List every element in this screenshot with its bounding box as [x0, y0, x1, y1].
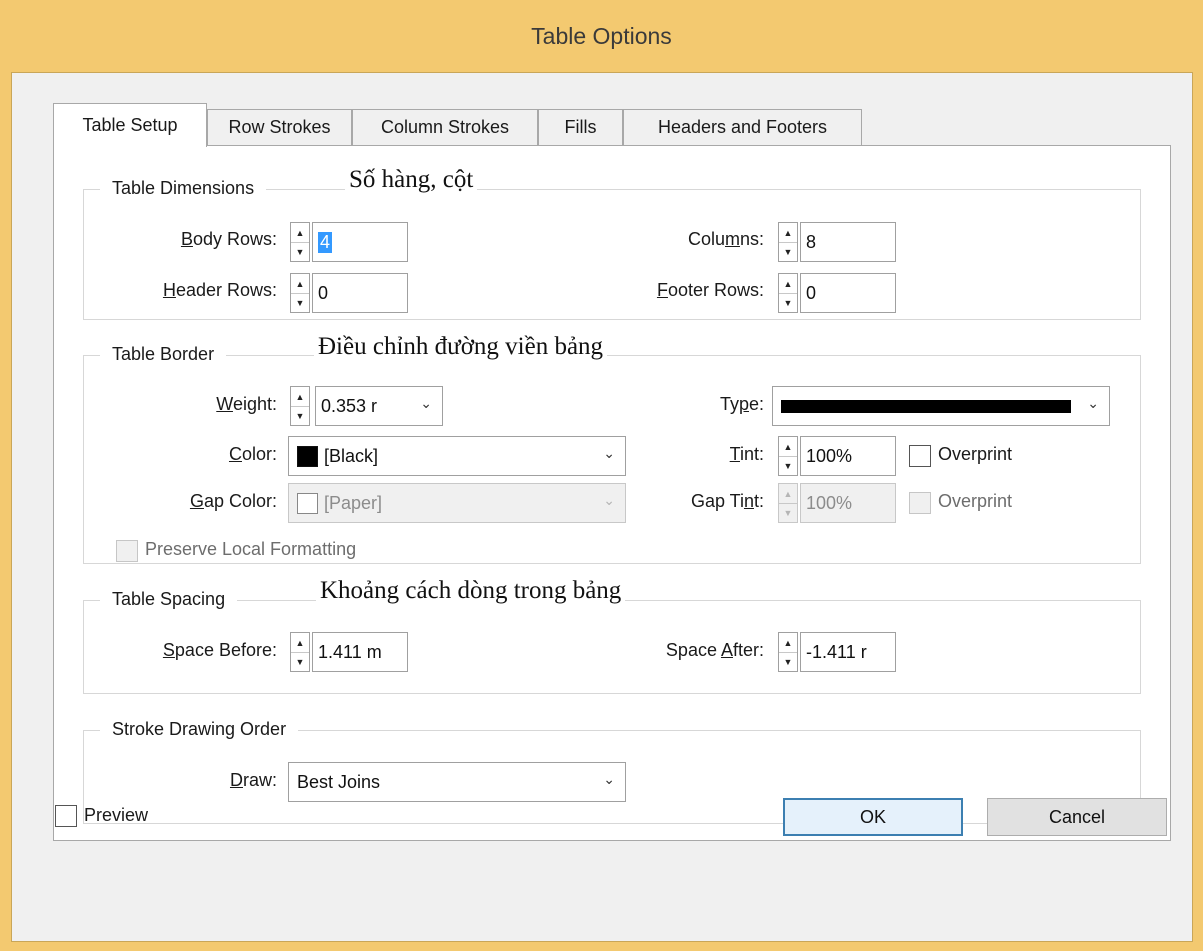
weight-label: Weight: [216, 394, 277, 414]
draw-dropdown[interactable]: Best Joins ⌄ [288, 762, 626, 802]
space-before-label: Space Before: [162, 640, 277, 660]
table-setup-panel: Table Dimensions Số hàng, cột Body Rows:… [53, 145, 1171, 841]
overprint-label: Overprint [938, 444, 1013, 464]
window-title: Table Options [531, 22, 672, 49]
cancel-button[interactable]: Cancel [987, 798, 1167, 836]
footer-rows-stepper[interactable]: ▲ ▼ [778, 273, 798, 313]
spin-up-icon[interactable]: ▲ [779, 633, 797, 653]
spin-up-icon[interactable]: ▲ [779, 437, 797, 457]
header-rows-stepper[interactable]: ▲ ▼ [290, 273, 310, 313]
ok-button[interactable]: OK [783, 798, 963, 836]
spin-up-icon[interactable]: ▲ [779, 223, 797, 243]
gap-tint-label: Gap Tint: [690, 491, 764, 511]
body-rows-input[interactable]: 4 [312, 222, 408, 262]
spin-down-icon[interactable]: ▼ [779, 293, 797, 312]
draw-label: Draw: [229, 770, 277, 790]
tint-stepper[interactable]: ▲ ▼ [778, 436, 798, 476]
spin-down-icon[interactable]: ▼ [291, 652, 309, 671]
space-after-stepper[interactable]: ▲ ▼ [778, 632, 798, 672]
columns-stepper[interactable]: ▲ ▼ [778, 222, 798, 262]
overprint-checkbox[interactable] [909, 445, 931, 467]
gap-overprint-checkbox[interactable] [909, 492, 931, 514]
footer-rows-label: Footer Rows: [656, 280, 764, 300]
black-swatch-icon [297, 445, 318, 467]
footer-rows-input[interactable]: 0 [800, 273, 896, 313]
preview-label: Preview [84, 805, 149, 825]
color-label: Color: [228, 444, 277, 464]
space-before-stepper[interactable]: ▲ ▼ [290, 632, 310, 672]
spin-down-icon[interactable]: ▼ [291, 406, 309, 425]
spin-down-icon[interactable]: ▼ [291, 293, 309, 312]
gap-tint-input[interactable]: 100% [800, 483, 896, 523]
columns-input[interactable]: 8 [800, 222, 896, 262]
paper-swatch-icon [297, 492, 318, 514]
table-border-title: Table Border [100, 344, 227, 365]
spin-down-icon[interactable]: ▼ [779, 652, 797, 671]
preserve-local-formatting-checkbox[interactable] [116, 540, 138, 562]
spin-up-icon[interactable]: ▲ [291, 223, 309, 243]
spin-up-icon[interactable]: ▲ [291, 387, 309, 407]
tab-table-setup[interactable]: Table Setup [53, 103, 207, 147]
body-rows-label: Body Rows: [180, 229, 277, 249]
spin-up-icon[interactable]: ▲ [291, 274, 309, 294]
chevron-down-icon[interactable]: ⌄ [420, 395, 432, 412]
weight-combo[interactable]: 0.353 r ⌄ [315, 386, 443, 426]
color-dropdown[interactable]: [Black] ⌄ [288, 436, 626, 476]
annotation-dimensions: Số hàng, cột [345, 166, 478, 194]
spin-up-icon[interactable]: ▲ [291, 633, 309, 653]
weight-stepper[interactable]: ▲ ▼ [290, 386, 310, 426]
tint-input[interactable]: 100% [800, 436, 896, 476]
tab-column-strokes[interactable]: Column Strokes [352, 109, 538, 145]
preview-checkbox[interactable] [55, 805, 77, 827]
spin-up-icon[interactable]: ▲ [779, 484, 797, 504]
dialog-client-area: Table Setup Row Strokes Column Strokes F… [11, 72, 1193, 942]
columns-label: Columns: [687, 229, 764, 249]
spin-down-icon[interactable]: ▼ [779, 242, 797, 261]
stroke-drawing-order-title: Stroke Drawing Order [100, 719, 299, 740]
gap-tint-stepper[interactable]: ▲ ▼ [778, 483, 798, 523]
table-spacing-title: Table Spacing [100, 589, 238, 610]
annotation-spacing: Khoảng cách dòng trong bảng [316, 577, 626, 605]
tab-fills[interactable]: Fills [538, 109, 623, 145]
chevron-down-icon[interactable]: ⌄ [1087, 395, 1099, 412]
space-after-input[interactable]: -1.411 r [800, 632, 896, 672]
spin-down-icon[interactable]: ▼ [779, 456, 797, 475]
tab-headers-and-footers[interactable]: Headers and Footers [623, 109, 862, 145]
preserve-local-formatting-label: Preserve Local Formatting [145, 539, 357, 559]
type-label: Type: [719, 394, 764, 414]
chevron-down-icon[interactable]: ⌄ [603, 445, 615, 462]
spin-up-icon[interactable]: ▲ [779, 274, 797, 294]
spin-down-icon[interactable]: ▼ [291, 242, 309, 261]
body-rows-stepper[interactable]: ▲ ▼ [290, 222, 310, 262]
gap-color-label: Gap Color: [189, 491, 277, 511]
gap-overprint-label: Overprint [938, 491, 1013, 511]
chevron-down-icon[interactable]: ⌄ [603, 771, 615, 788]
spin-down-icon[interactable]: ▼ [779, 503, 797, 522]
annotation-border: Điều chỉnh đường viền bảng [314, 333, 608, 361]
header-rows-input[interactable]: 0 [312, 273, 408, 313]
tint-label: Tint: [729, 444, 764, 464]
table-options-dialog: Table Options Table Setup Row Strokes Co… [0, 0, 1203, 951]
space-before-input[interactable]: 1.411 m [312, 632, 408, 672]
space-after-label: Space After: [665, 640, 764, 660]
solid-stroke-preview [781, 399, 1071, 413]
header-rows-label: Header Rows: [162, 280, 277, 300]
stroke-type-dropdown[interactable]: ⌄ [772, 386, 1110, 426]
gap-color-dropdown[interactable]: [Paper] ⌄ [288, 483, 626, 523]
tab-row-strokes[interactable]: Row Strokes [207, 109, 352, 145]
table-dimensions-title: Table Dimensions [100, 178, 267, 199]
